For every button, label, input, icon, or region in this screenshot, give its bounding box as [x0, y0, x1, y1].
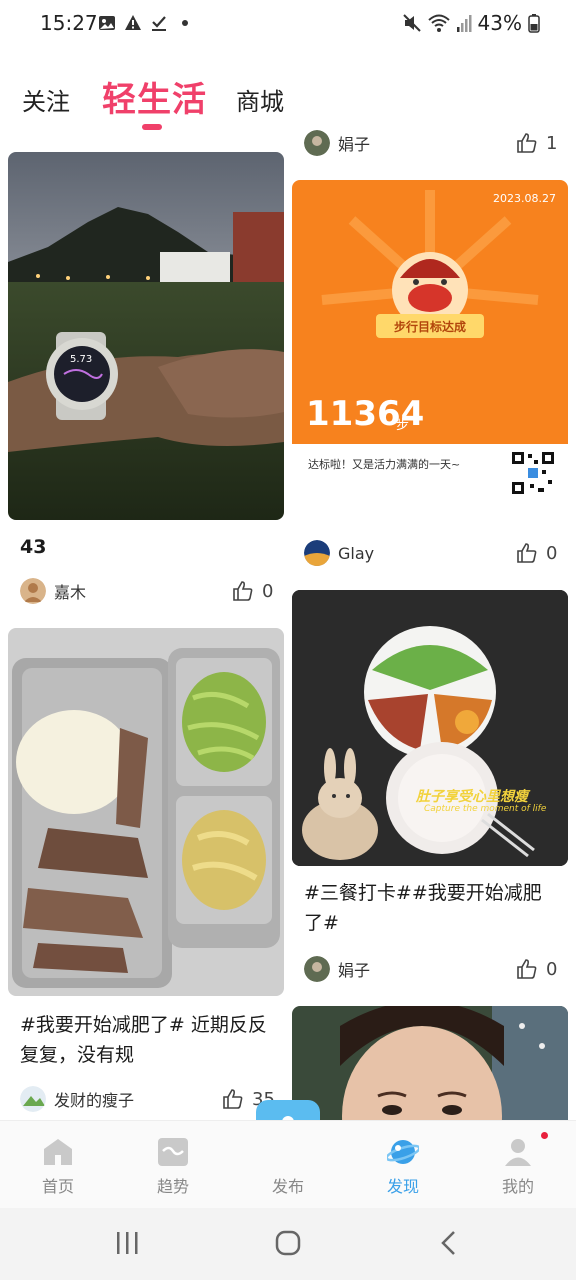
battery-icon	[528, 14, 540, 33]
top-tabs: 关注 轻生活 商城	[0, 70, 576, 134]
thumbs-up-icon	[517, 959, 537, 979]
nav-label: 首页	[41, 1177, 74, 1196]
system-nav-bar	[0, 1208, 576, 1280]
tab-light-life[interactable]: 轻生活	[102, 72, 207, 121]
profile-icon	[505, 1139, 531, 1166]
mute-icon	[402, 14, 421, 32]
author-name: 发财的瘦子	[54, 1091, 135, 1110]
thumbs-up-icon	[233, 581, 253, 601]
more-notifications-icon	[182, 20, 188, 26]
like-count: 1	[546, 132, 558, 154]
author-name: 嘉木	[54, 583, 87, 602]
overlay-subcaption: Capture the moment of life	[424, 804, 547, 814]
author-name: 娟子	[338, 135, 371, 154]
post-author[interactable]: 嘉木	[20, 578, 86, 604]
back-icon[interactable]	[434, 1228, 464, 1258]
thumbs-up-icon	[517, 543, 537, 563]
planet-icon	[387, 1140, 419, 1164]
wifi-icon	[427, 14, 450, 32]
post-title[interactable]: 43	[20, 532, 46, 562]
avatar	[304, 540, 330, 566]
status-system-icons: 43%	[402, 11, 540, 35]
avatar	[20, 578, 46, 604]
overlay-caption: 肚子享受心里想瘦	[416, 789, 528, 805]
svg-text:5.73: 5.73	[70, 354, 92, 365]
status-notification-icons	[98, 14, 188, 32]
home-circle-icon[interactable]	[273, 1228, 303, 1258]
tab-follow[interactable]: 关注	[22, 82, 70, 117]
recent-apps-icon[interactable]	[112, 1228, 142, 1258]
home-icon	[44, 1139, 72, 1165]
nav-home[interactable]: 首页	[18, 1121, 98, 1209]
post-image-lunchbox[interactable]	[8, 628, 284, 996]
battery-percent: 43%	[477, 11, 522, 35]
author-name: Glay	[338, 543, 375, 563]
author-name: 娟子	[338, 961, 371, 980]
notification-dot	[541, 1132, 548, 1139]
gallery-icon	[99, 16, 115, 30]
nav-discover[interactable]: 发现	[363, 1121, 443, 1209]
active-tab-indicator	[142, 124, 162, 130]
like-button[interactable]: 1	[516, 132, 557, 154]
like-button[interactable]: 0	[516, 542, 557, 564]
post-title[interactable]: #三餐打卡##我要开始减肥了#	[304, 878, 552, 938]
status-time: 15:27	[40, 11, 98, 35]
trend-icon	[158, 1138, 188, 1166]
post-image-step-card[interactable]: 2023.08.27 步行目标达成 11364 步 达标啦！又是活力满满的一天~	[292, 180, 568, 520]
like-button[interactable]: 0	[232, 580, 273, 602]
post-image-watch[interactable]: 5.73	[8, 152, 284, 520]
qr-code-icon	[510, 450, 556, 496]
post-title[interactable]: #我要开始减肥了# 近期反反复复，没有规	[20, 1010, 268, 1070]
nav-trend[interactable]: 趋势	[133, 1121, 213, 1209]
signal-icon	[456, 15, 472, 32]
nav-publish[interactable]: 发布	[248, 1121, 328, 1209]
bottom-nav: 首页 趋势 发布 发现 我的	[0, 1120, 576, 1208]
like-count: 0	[546, 958, 558, 980]
step-caption: 达标啦！又是活力满满的一天~	[308, 458, 461, 471]
download-done-icon	[152, 16, 166, 31]
avatar	[304, 130, 330, 156]
post-author[interactable]: 娟子	[304, 130, 370, 156]
tab-mall[interactable]: 商城	[236, 82, 284, 117]
post-author[interactable]: 娟子	[304, 956, 370, 982]
nav-label: 发现	[386, 1177, 419, 1196]
thumbs-up-icon	[223, 1089, 243, 1109]
post-image-portrait[interactable]	[292, 1006, 568, 1124]
avatar	[20, 1086, 46, 1112]
avatar	[304, 956, 330, 982]
status-bar: 15:27 43%	[0, 0, 576, 48]
post-author[interactable]: Glay	[304, 540, 374, 566]
step-date: 2023.08.27	[493, 192, 556, 205]
post-author[interactable]: 发财的瘦子	[20, 1086, 134, 1112]
warning-icon	[125, 15, 141, 30]
thumbs-up-icon	[517, 133, 537, 153]
like-count: 0	[546, 542, 558, 564]
like-button[interactable]: 0	[516, 958, 557, 980]
post-image-meal[interactable]: 肚子享受心里想瘦 Capture the moment of life	[292, 590, 568, 866]
nav-label: 我的	[501, 1177, 534, 1196]
nav-label: 趋势	[156, 1177, 189, 1196]
like-count: 0	[262, 580, 274, 602]
nav-label: 发布	[271, 1177, 304, 1196]
step-unit: 步	[396, 418, 410, 433]
meal-illustration	[292, 590, 568, 866]
step-goal-badge: 步行目标达成	[393, 320, 466, 334]
